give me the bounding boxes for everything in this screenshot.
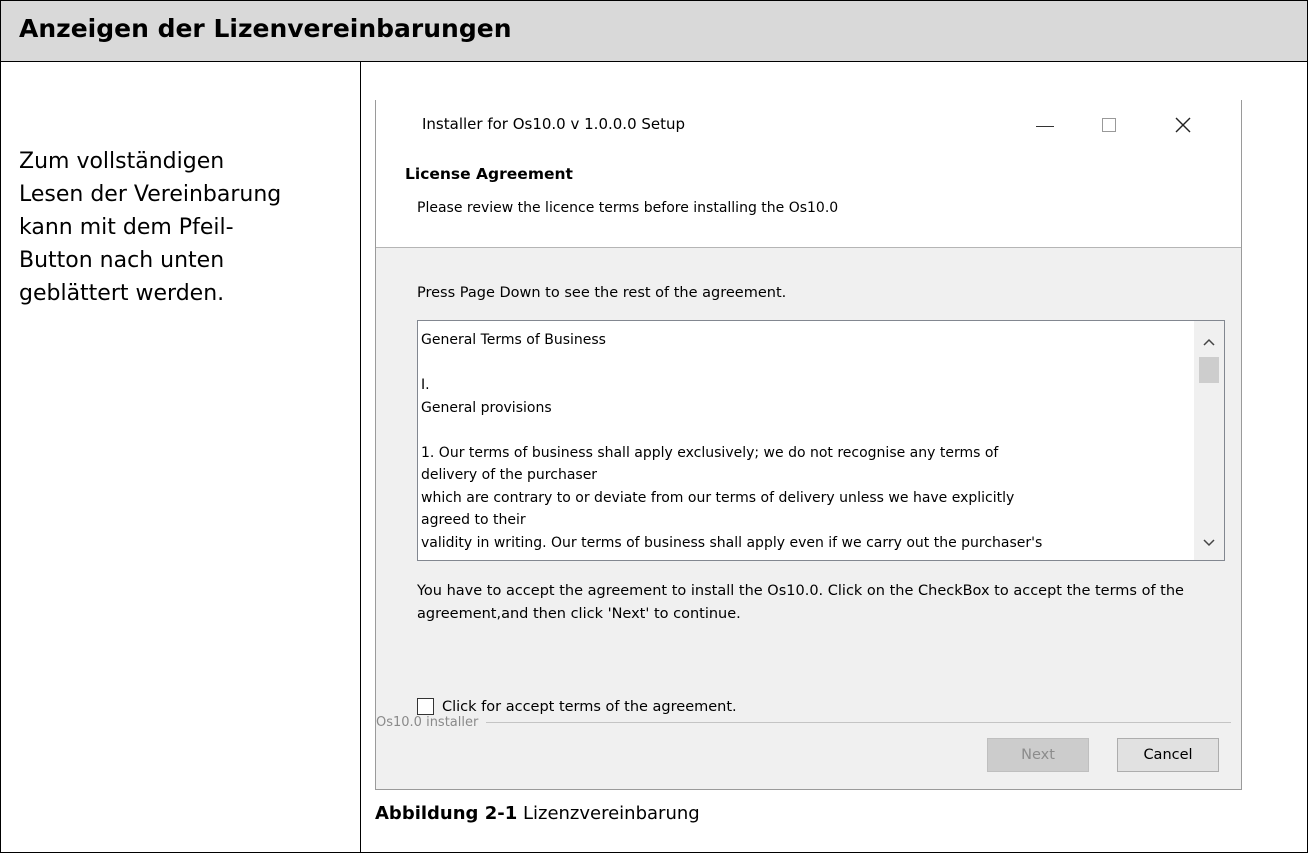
maximize-icon [1102,118,1116,132]
license-line: which are contrary to or deviate from ou… [421,489,1015,506]
license-line: General provisions [421,399,552,416]
license-line [421,419,1191,442]
close-button[interactable] [1160,100,1206,150]
page-down-hint: Press Page Down to see the rest of the a… [417,285,787,301]
installer-header: Installer for Os10.0 v 1.0.0.0 Setup Lic… [376,100,1241,248]
figure-title: Lizenzvereinbarung [522,803,700,824]
license-subtitle: Please review the licence terms before i… [417,200,839,216]
scrollbar[interactable] [1194,321,1224,560]
figure-number: Abbildung 2-1 [375,803,518,824]
section-header: Anzeigen der Lizenvereinbarungen [1,1,1307,62]
license-line: I. [421,377,430,393]
chevron-up-icon [1203,338,1215,346]
chevron-down-icon [1203,539,1215,547]
license-text: General Terms of Business I. General provi… [421,329,1191,554]
license-line: 1. Our terms of business shall apply exc… [421,444,999,461]
minimize-button[interactable] [1022,100,1068,150]
license-heading: License Agreement [405,165,573,183]
column-divider [360,62,361,852]
next-button[interactable]: Next [987,738,1089,772]
scroll-down-button[interactable] [1194,530,1224,556]
close-icon [1175,117,1191,133]
license-line [421,352,1191,375]
license-textbox[interactable]: General Terms of Business I. General provi… [417,320,1225,561]
scroll-up-button[interactable] [1194,329,1224,355]
accept-checkbox[interactable] [417,698,434,715]
section-title: Anzeigen der Lizenvereinbarungen [19,14,512,43]
installer-brand-label: Os10.0 installer [376,715,479,730]
divider-line [486,722,1231,723]
minimize-icon [1036,125,1054,127]
instruction-text: Zum vollständigen Lesen der Vereinbarung… [19,149,282,306]
license-line: agreed to their [421,512,526,528]
maximize-button[interactable] [1086,100,1132,150]
accept-instructions: You have to accept the agreement to inst… [417,583,1184,622]
scroll-thumb[interactable] [1199,357,1219,383]
license-line: delivery of the purchaser [421,467,598,483]
license-line: validity in writing. Our terms of busine… [421,534,1043,551]
window-title: Installer for Os10.0 v 1.0.0.0 Setup [422,115,686,133]
accept-checkbox-label[interactable]: Click for accept terms of the agreement. [442,699,737,715]
installer-window: Installer for Os10.0 v 1.0.0.0 Setup Lic… [375,100,1242,790]
figure-caption: Abbildung 2-1 Lizenzvereinbarung [375,803,700,824]
cancel-button[interactable]: Cancel [1117,738,1219,772]
installer-group-divider: Os10.0 installer [376,715,1231,730]
accept-checkbox-row[interactable]: Click for accept terms of the agreement. [417,698,737,715]
license-line: General Terms of Business [421,332,606,348]
